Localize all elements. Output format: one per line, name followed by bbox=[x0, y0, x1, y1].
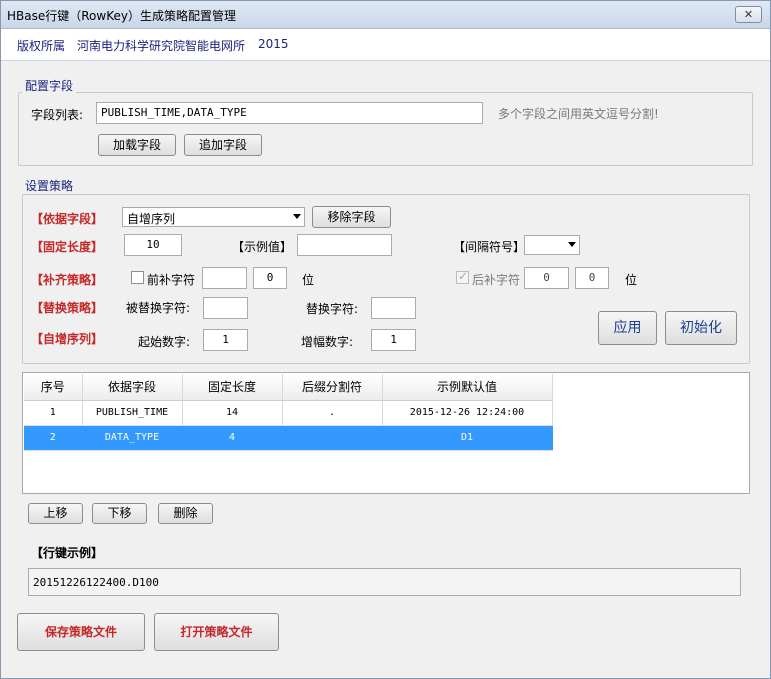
table-cell: D1 bbox=[382, 425, 553, 451]
replace-char-label: 替换字符: bbox=[306, 302, 359, 316]
table-cell: 2 bbox=[24, 425, 83, 451]
start-number-input[interactable]: 1 bbox=[203, 329, 248, 351]
strategy-legend: 设置策略 bbox=[22, 177, 77, 194]
title-bar: HBase行键（RowKey）生成策略配置管理 ✕ bbox=[1, 1, 770, 29]
separator-label: 【间隔符号】 bbox=[453, 240, 526, 254]
config-fields-legend: 配置字段 bbox=[22, 77, 77, 94]
step-number-label: 增幅数字: bbox=[301, 335, 354, 349]
column-header[interactable]: 依据字段 bbox=[82, 374, 183, 401]
table-header-row: 序号 依据字段 固定长度 后缀分割符 示例默认值 bbox=[24, 374, 553, 401]
basis-field-value: 自增序列 bbox=[127, 212, 176, 226]
replace-strategy-label: 【替换策略】 bbox=[31, 301, 104, 315]
field-list-input[interactable]: PUBLISH_TIME,DATA_TYPE bbox=[96, 102, 483, 124]
step-number-input[interactable]: 1 bbox=[371, 329, 416, 351]
pad-suffix-char-input[interactable]: 0 bbox=[524, 267, 569, 289]
column-header[interactable]: 示例默认值 bbox=[382, 374, 553, 401]
table-cell: 14 bbox=[182, 400, 283, 426]
pad-suffix-label: 后补字符 bbox=[472, 273, 521, 287]
apply-button[interactable]: 应用 bbox=[598, 311, 657, 345]
replace-char-input[interactable] bbox=[371, 297, 416, 319]
table-cell: DATA_TYPE bbox=[82, 425, 183, 451]
remove-field-button[interactable]: 移除字段 bbox=[312, 206, 391, 228]
append-fields-button[interactable]: 追加字段 bbox=[184, 134, 262, 156]
table-row[interactable]: 1 PUBLISH_TIME 14 . 2015-12-26 12:24:00 bbox=[24, 400, 553, 426]
strategy-table[interactable]: 序号 依据字段 固定长度 后缀分割符 示例默认值 1 PUBLISH_TIME … bbox=[22, 372, 750, 494]
close-button[interactable]: ✕ bbox=[735, 6, 762, 23]
table-cell: PUBLISH_TIME bbox=[82, 400, 183, 426]
fixed-length-label: 【固定长度】 bbox=[31, 240, 104, 254]
pad-prefix-label: 前补字符 bbox=[147, 273, 196, 287]
example-value-label: 【示例值】 bbox=[232, 240, 293, 254]
table-cell: 2015-12-26 12:24:00 bbox=[382, 400, 553, 426]
chevron-down-icon bbox=[568, 242, 576, 247]
example-value-input[interactable] bbox=[297, 234, 392, 256]
field-list-label: 字段列表: bbox=[31, 108, 84, 122]
fixed-length-input[interactable]: 10 bbox=[124, 234, 182, 256]
table-cell: 4 bbox=[182, 425, 283, 451]
table-row-selected[interactable]: 2 DATA_TYPE 4 D1 bbox=[24, 425, 553, 451]
table-cell: . bbox=[282, 400, 383, 426]
window-title: HBase行键（RowKey）生成策略配置管理 bbox=[7, 9, 236, 23]
pad-prefix-char-input[interactable] bbox=[202, 267, 247, 289]
column-header[interactable]: 后缀分割符 bbox=[282, 374, 383, 401]
load-fields-button[interactable]: 加载字段 bbox=[98, 134, 176, 156]
pad-prefix-checkbox[interactable] bbox=[131, 271, 144, 284]
field-list-hint: 多个字段之间用英文逗号分割! bbox=[498, 107, 659, 121]
initialize-button[interactable]: 初始化 bbox=[665, 311, 737, 345]
delete-row-button[interactable]: 删除 bbox=[158, 503, 213, 524]
copyright-bar: 版权所属 河南电力科学研究院智能电网所 2015 bbox=[1, 29, 770, 61]
basis-field-label: 【依据字段】 bbox=[31, 212, 104, 226]
main-window: HBase行键（RowKey）生成策略配置管理 ✕ 版权所属 河南电力科学研究院… bbox=[0, 0, 771, 679]
column-header[interactable]: 序号 bbox=[24, 374, 83, 401]
pad-suffix-unit: 位 bbox=[625, 273, 638, 287]
separator-select[interactable] bbox=[524, 235, 580, 255]
basis-field-select[interactable]: 自增序列 bbox=[122, 207, 305, 227]
replaced-char-label: 被替换字符: bbox=[126, 301, 191, 315]
chevron-down-icon bbox=[293, 214, 301, 219]
start-number-label: 起始数字: bbox=[138, 335, 191, 349]
pad-suffix-count-input[interactable]: 0 bbox=[575, 267, 609, 289]
copyright-owner-label: 版权所属 bbox=[17, 39, 66, 53]
copyright-org: 河南电力科学研究院智能电网所 bbox=[77, 39, 246, 53]
replaced-char-input[interactable] bbox=[203, 297, 248, 319]
table-cell: 1 bbox=[24, 400, 83, 426]
table-cell bbox=[282, 425, 383, 451]
open-strategy-button[interactable]: 打开策略文件 bbox=[154, 613, 279, 651]
pad-prefix-unit: 位 bbox=[302, 273, 315, 287]
column-header[interactable]: 固定长度 bbox=[182, 374, 283, 401]
copyright-year: 2015 bbox=[258, 37, 289, 51]
move-down-button[interactable]: 下移 bbox=[92, 503, 147, 524]
save-strategy-button[interactable]: 保存策略文件 bbox=[17, 613, 145, 651]
pad-suffix-checkbox[interactable]: ✓ bbox=[456, 269, 469, 284]
rowkey-example-output: 20151226122400.D100 bbox=[28, 568, 741, 596]
rowkey-example-label: 【行键示例】 bbox=[31, 546, 104, 560]
sequence-label: 【自增序列】 bbox=[31, 332, 104, 346]
pad-strategy-label: 【补齐策略】 bbox=[31, 273, 104, 287]
pad-prefix-count-input[interactable]: 0 bbox=[253, 267, 287, 289]
check-icon: ✓ bbox=[458, 269, 469, 283]
move-up-button[interactable]: 上移 bbox=[28, 503, 83, 524]
